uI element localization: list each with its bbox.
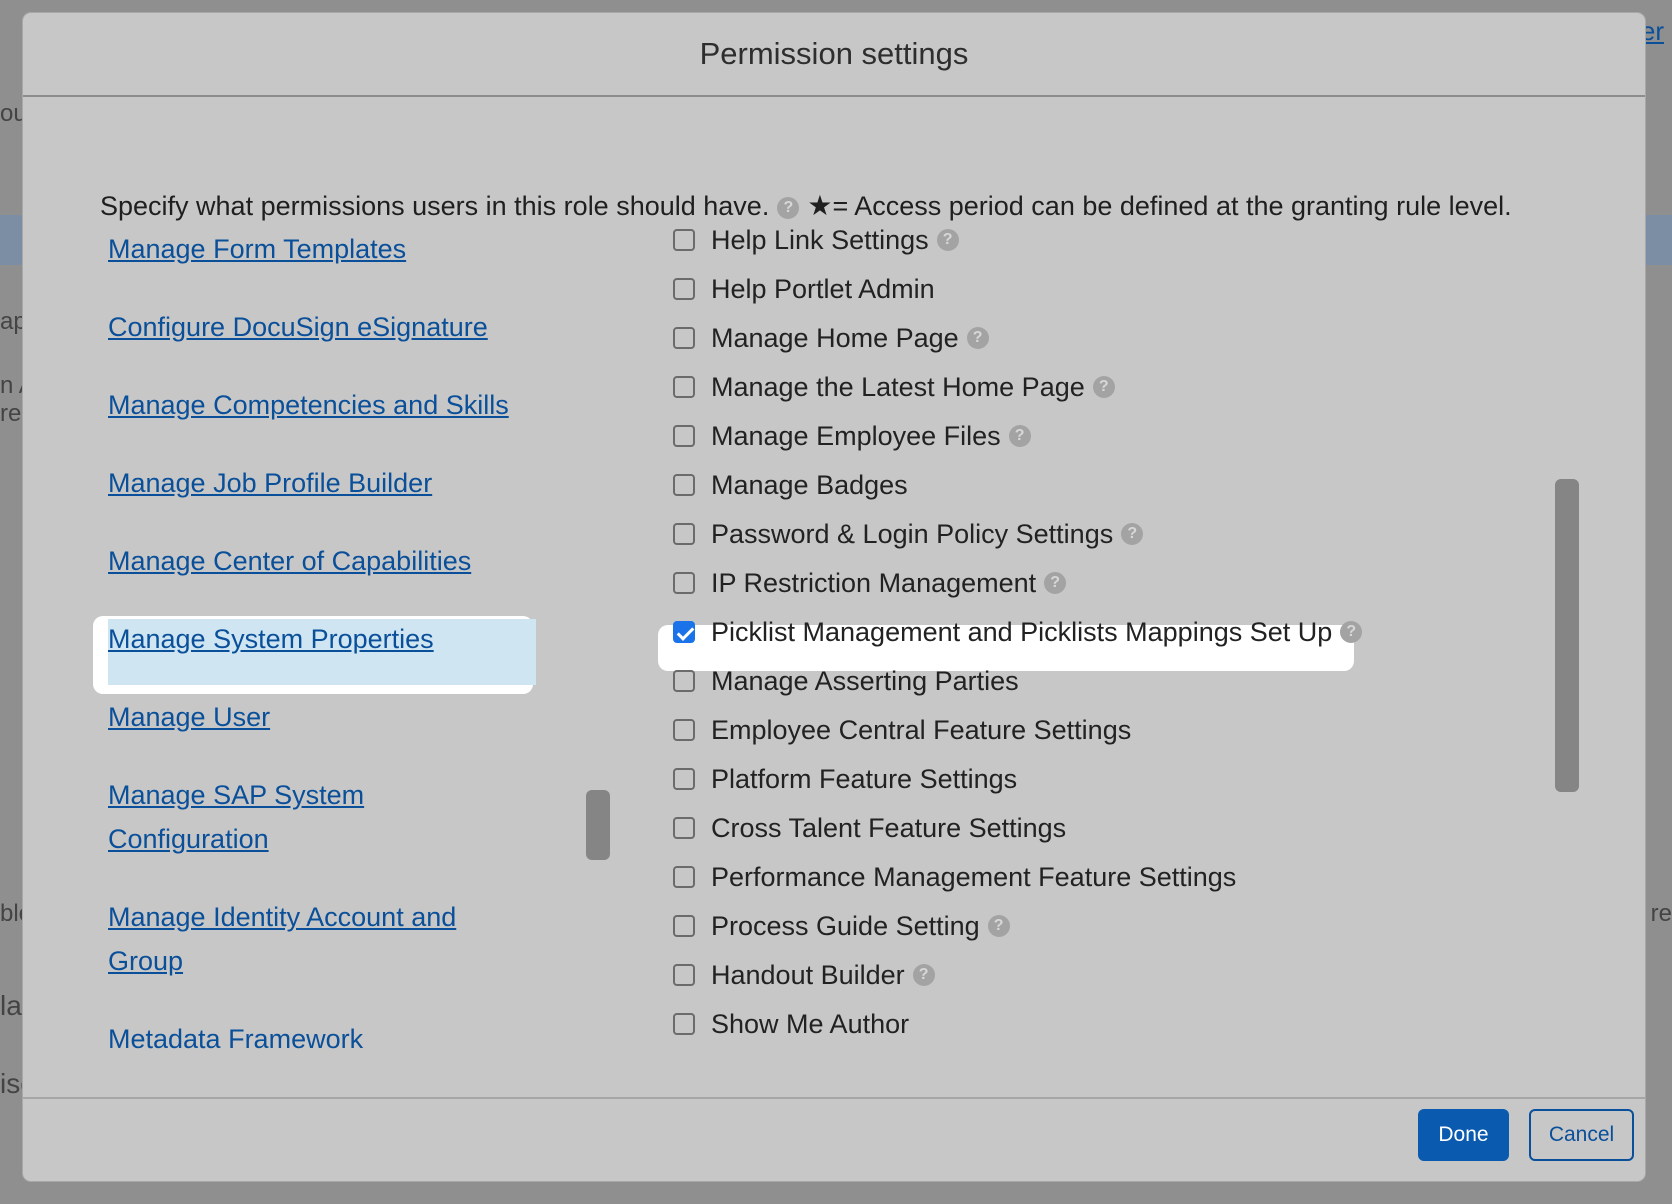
permission-row[interactable]: Password & Login Policy Settings? bbox=[673, 511, 1144, 557]
permission-row[interactable]: Manage Badges bbox=[673, 462, 908, 508]
permission-row[interactable]: Picklist Management and Picklists Mappin… bbox=[673, 609, 1363, 655]
permission-label: Manage the Latest Home Page bbox=[711, 371, 1085, 402]
permission-label: Manage Home Page bbox=[711, 322, 959, 353]
help-icon[interactable]: ? bbox=[936, 229, 959, 251]
help-icon[interactable]: ? bbox=[1008, 425, 1031, 447]
permission-checkbox[interactable] bbox=[673, 621, 695, 643]
permission-checkbox[interactable] bbox=[673, 327, 695, 349]
permission-checkbox[interactable] bbox=[673, 425, 695, 447]
category-link-manage-identity-account[interactable]: Manage Identity Account and Group bbox=[108, 895, 488, 983]
permission-label: Help Link Settings bbox=[711, 224, 929, 255]
permission-row[interactable]: Manage Employee Files? bbox=[673, 413, 1031, 459]
permission-label: Help Portlet Admin bbox=[711, 273, 935, 304]
permission-label: IP Restriction Management bbox=[711, 567, 1037, 598]
dialog-title: Permission settings bbox=[699, 36, 969, 71]
category-link-configure-docusign[interactable]: Configure DocuSign eSignature bbox=[108, 305, 548, 349]
help-icon[interactable]: ? bbox=[1044, 572, 1067, 594]
done-button[interactable]: Done bbox=[1418, 1109, 1509, 1161]
permission-checkbox[interactable] bbox=[673, 229, 695, 251]
permission-label: Show Me Author bbox=[711, 1008, 910, 1039]
permission-row[interactable]: Manage the Latest Home Page? bbox=[673, 364, 1115, 410]
permission-label: Password & Login Policy Settings bbox=[711, 518, 1114, 549]
help-icon[interactable]: ? bbox=[1121, 523, 1144, 545]
permission-label: Cross Talent Feature Settings bbox=[711, 812, 1067, 843]
permission-label: Manage Employee Files bbox=[711, 420, 1001, 451]
permission-row[interactable]: Help Link Settings? bbox=[673, 217, 959, 263]
permission-checkbox[interactable] bbox=[673, 768, 695, 790]
help-icon[interactable]: ? bbox=[1340, 621, 1363, 643]
permission-row[interactable]: IP Restriction Management? bbox=[673, 560, 1067, 606]
permission-list-scrollbar[interactable] bbox=[1555, 479, 1579, 792]
permission-checkbox[interactable] bbox=[673, 964, 695, 986]
category-link-manage-sap-system-configuration[interactable]: Manage SAP System Configuration bbox=[108, 773, 408, 861]
permission-checkbox[interactable] bbox=[673, 474, 695, 496]
cancel-button[interactable]: Cancel bbox=[1529, 1109, 1634, 1161]
category-list-scrollbar[interactable] bbox=[586, 790, 610, 860]
permission-row[interactable]: Performance Management Feature Settings bbox=[673, 854, 1236, 900]
help-icon[interactable]: ? bbox=[987, 915, 1010, 937]
dialog-header: Permission settings bbox=[23, 13, 1645, 97]
category-link-manage-system-properties[interactable]: Manage System Properties bbox=[108, 617, 548, 661]
permission-row[interactable]: Show Me Author bbox=[673, 1001, 909, 1047]
dialog-body: Specify what permissions users in this r… bbox=[23, 97, 1645, 1109]
help-icon[interactable]: ? bbox=[966, 327, 989, 349]
category-link-manage-user[interactable]: Manage User bbox=[108, 695, 548, 739]
permission-row[interactable]: Cross Talent Feature Settings bbox=[673, 805, 1066, 851]
background-band-right bbox=[1642, 215, 1672, 265]
permission-checkbox[interactable] bbox=[673, 523, 695, 545]
permission-checkbox[interactable] bbox=[673, 817, 695, 839]
permission-label: Picklist Management and Picklists Mappin… bbox=[711, 616, 1333, 647]
permission-row[interactable]: Employee Central Feature Settings bbox=[673, 707, 1131, 753]
permission-row[interactable]: Help Portlet Admin bbox=[673, 266, 935, 312]
permission-checkbox[interactable] bbox=[673, 915, 695, 937]
permission-label: Employee Central Feature Settings bbox=[711, 714, 1132, 745]
permission-checkbox[interactable] bbox=[673, 866, 695, 888]
permission-checkbox[interactable] bbox=[673, 1013, 695, 1035]
category-link-manage-center-of-capabilities[interactable]: Manage Center of Capabilities bbox=[108, 539, 548, 583]
permission-label: Manage Asserting Parties bbox=[711, 665, 1019, 696]
permission-settings-dialog: Permission settings Specify what permiss… bbox=[23, 13, 1645, 1181]
permission-row[interactable]: Process Guide Setting? bbox=[673, 903, 1010, 949]
permission-checkbox[interactable] bbox=[673, 719, 695, 741]
permission-checkbox[interactable] bbox=[673, 278, 695, 300]
help-icon[interactable]: ? bbox=[912, 964, 935, 986]
help-icon[interactable]: ? bbox=[1092, 376, 1115, 398]
intro-text: Specify what permissions users in this r… bbox=[100, 191, 770, 221]
permission-label: Process Guide Setting bbox=[711, 910, 980, 941]
category-link-manage-competencies[interactable]: Manage Competencies and Skills bbox=[108, 383, 548, 427]
help-icon[interactable]: ? bbox=[777, 196, 800, 219]
permission-row[interactable]: Handout Builder? bbox=[673, 952, 935, 998]
permission-label: Performance Management Feature Settings bbox=[711, 861, 1237, 892]
category-link-manage-form-templates[interactable]: Manage Form Templates bbox=[108, 227, 548, 271]
permission-checkbox[interactable] bbox=[673, 376, 695, 398]
category-link-metadata-framework[interactable]: Metadata Framework bbox=[108, 1017, 548, 1061]
category-link-manage-job-profile-builder[interactable]: Manage Job Profile Builder bbox=[108, 461, 548, 505]
dialog-footer: Done Cancel bbox=[23, 1097, 1645, 1181]
permission-label: Handout Builder bbox=[711, 959, 905, 990]
permission-row[interactable]: Platform Feature Settings bbox=[673, 756, 1017, 802]
permission-label: Platform Feature Settings bbox=[711, 763, 1018, 794]
permission-row[interactable]: Manage Home Page? bbox=[673, 315, 989, 361]
permission-checkbox[interactable] bbox=[673, 670, 695, 692]
permission-checkbox[interactable] bbox=[673, 572, 695, 594]
permission-label: Manage Badges bbox=[711, 469, 908, 500]
permission-row[interactable]: Manage Asserting Parties bbox=[673, 658, 1019, 704]
